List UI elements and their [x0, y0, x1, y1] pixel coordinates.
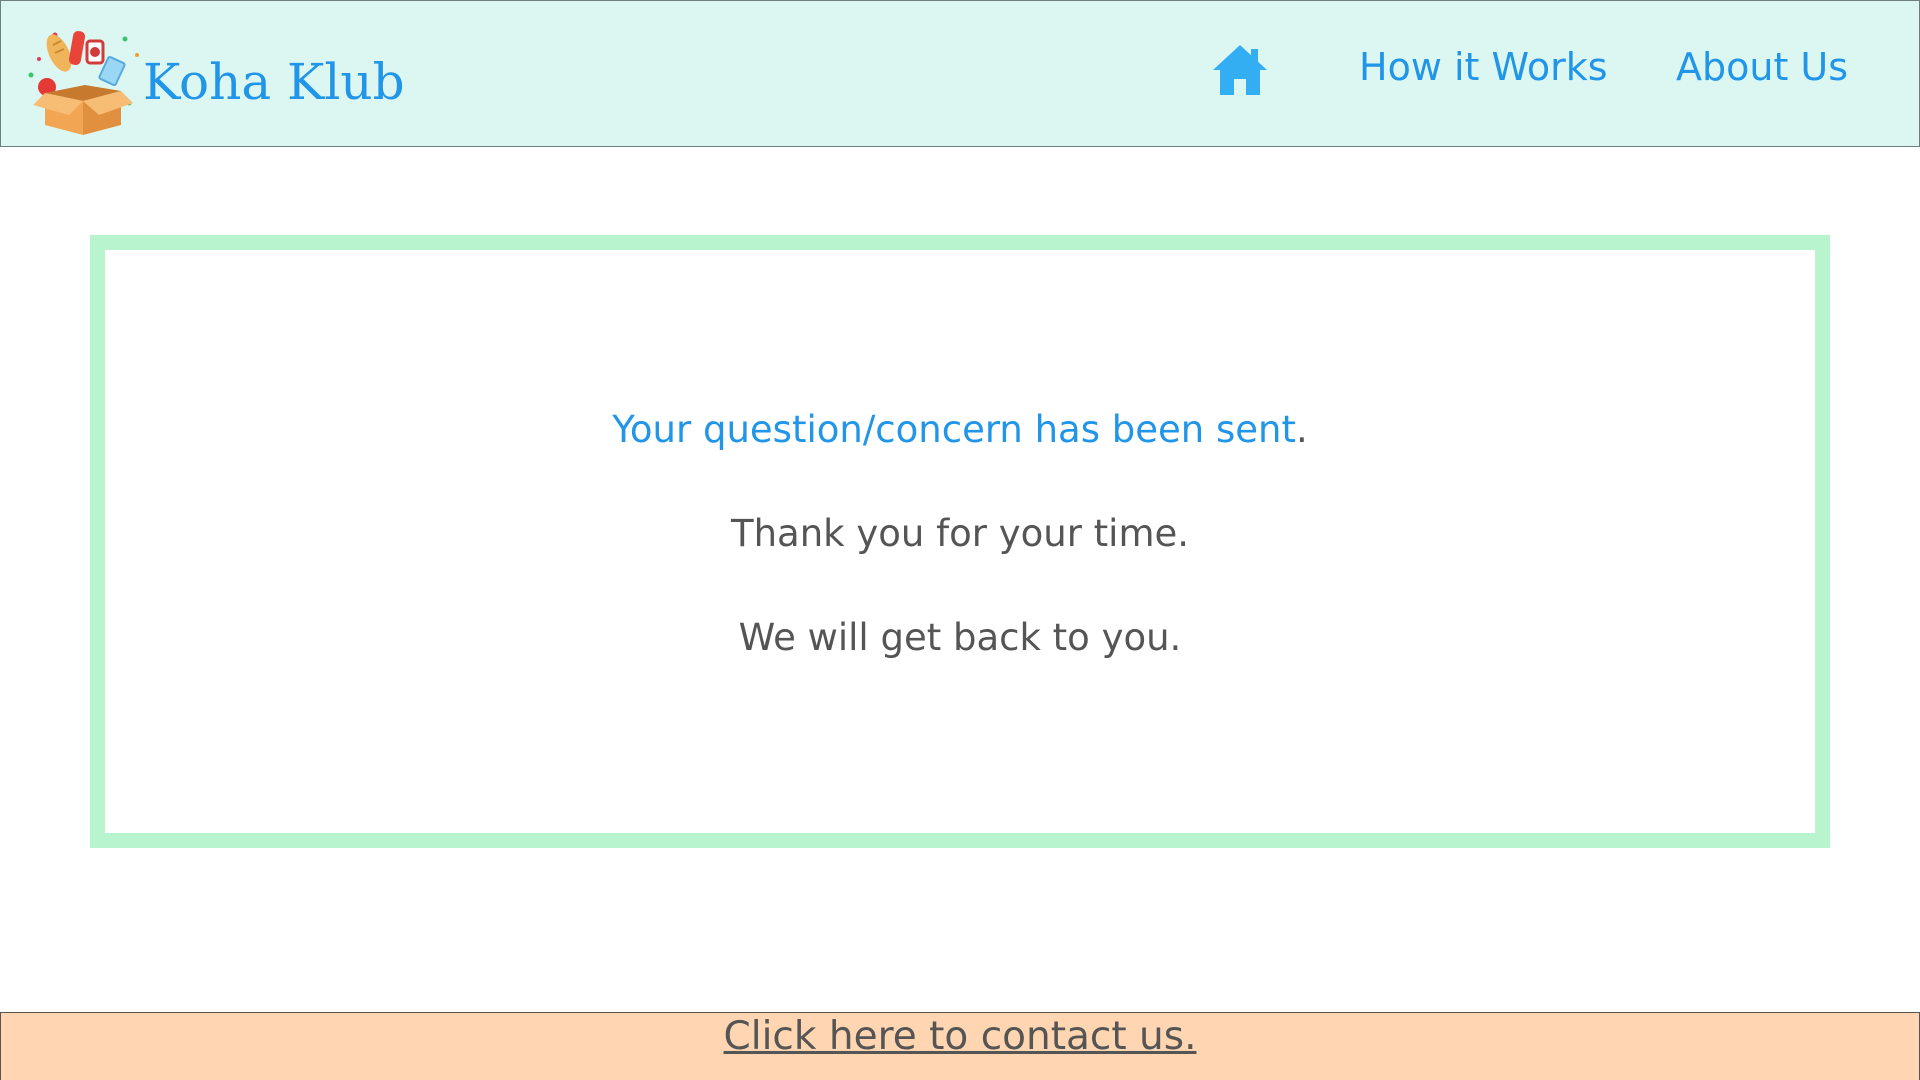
brand-name: Koha Klub [143, 53, 405, 111]
home-icon [1211, 45, 1269, 103]
home-nav-button[interactable] [1211, 41, 1269, 99]
sent-message: Your question/concern has been sent. [105, 408, 1815, 451]
confirmation-panel: Your question/concern has been sent. Tha… [90, 235, 1830, 848]
contact-us-link[interactable]: Click here to contact us. [724, 1014, 1197, 1059]
sent-message-period: . [1296, 408, 1308, 451]
nav-link-about-us[interactable]: About Us [1676, 45, 1848, 89]
sent-message-text: Your question/concern has been sent [612, 408, 1296, 451]
grocery-box-logo-icon [25, 25, 145, 135]
site-footer: Click here to contact us. [0, 1012, 1920, 1080]
brand-home-link[interactable]: Koha Klub [25, 25, 405, 135]
page: Koha Klub How it Works About Us Your que… [0, 0, 1920, 1080]
thank-you-message: Thank you for your time. [730, 512, 1190, 555]
site-header: Koha Klub How it Works About Us [0, 0, 1920, 147]
follow-up-message: We will get back to you. [738, 616, 1182, 659]
nav-link-how-it-works[interactable]: How it Works [1359, 45, 1608, 89]
